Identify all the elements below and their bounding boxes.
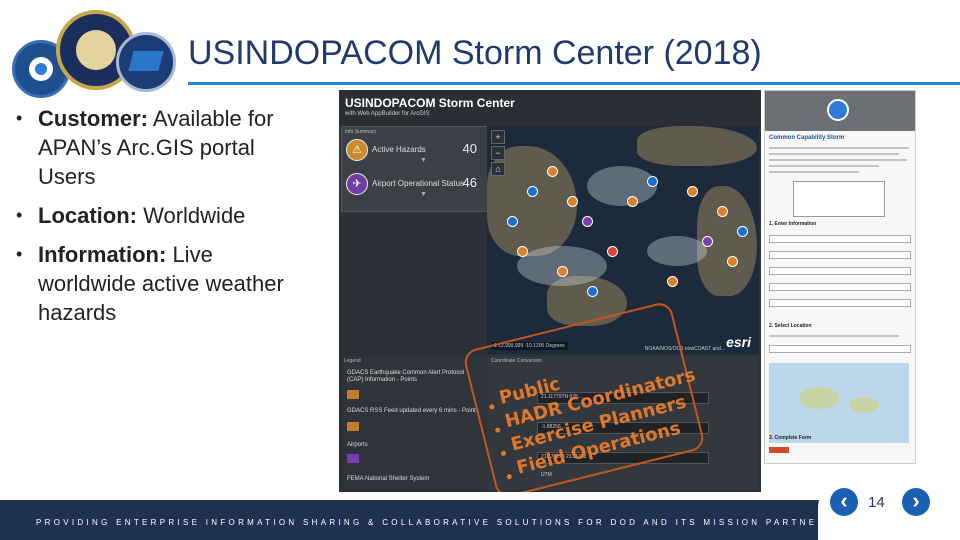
audience-callout: Public HADR Coordinators Exercise Planne… bbox=[339, 90, 761, 492]
airport-marker[interactable] bbox=[737, 226, 748, 237]
island-shape bbox=[799, 387, 839, 409]
bullet-location: • Location: Worldwide bbox=[8, 201, 308, 230]
title-rule bbox=[188, 82, 960, 85]
next-slide-button[interactable]: › bbox=[902, 488, 930, 516]
page-title: USINDOPACOM Storm Center (2018) bbox=[188, 34, 762, 72]
text-line bbox=[769, 335, 899, 337]
storm-form-thumbnail: Common Capability Storm 1. Enter Informa… bbox=[764, 90, 916, 464]
submit-button[interactable] bbox=[769, 447, 789, 453]
form-section-heading: 3. Complete Form bbox=[769, 435, 812, 441]
bullet-information: • Information: Live worldwide active wea… bbox=[8, 240, 308, 327]
form-hero-image bbox=[765, 91, 915, 131]
form-input[interactable] bbox=[769, 299, 911, 307]
form-section-heading: 2. Select Location bbox=[769, 323, 812, 329]
form-input[interactable] bbox=[769, 251, 911, 259]
bullet-dot: • bbox=[16, 244, 23, 264]
storm-center-app-screenshot: USINDOPACOM Storm Center with Web AppBui… bbox=[339, 90, 761, 492]
bullet-list: • Customer: Available for APAN’s Arc.GIS… bbox=[8, 104, 308, 337]
form-input[interactable] bbox=[769, 235, 911, 243]
form-table bbox=[793, 181, 885, 217]
bullet-dot: • bbox=[16, 205, 23, 225]
form-section-heading: 1. Enter Information bbox=[769, 221, 817, 227]
form-input[interactable] bbox=[769, 345, 911, 353]
callout-bullet bbox=[488, 403, 495, 410]
text-line bbox=[769, 171, 859, 173]
callout-bullet bbox=[506, 473, 513, 480]
bullet-label: Customer: bbox=[38, 106, 149, 131]
text-line bbox=[769, 147, 909, 149]
pmc-seal bbox=[116, 32, 176, 92]
logo-seals bbox=[6, 10, 176, 98]
form-title: Common Capability Storm bbox=[769, 135, 845, 141]
footer-bar: PROVIDING ENTERPRISE INFORMATION SHARING… bbox=[0, 500, 960, 540]
callout-bullet bbox=[494, 427, 501, 434]
form-location-map[interactable] bbox=[769, 363, 909, 443]
bullet-customer: • Customer: Available for APAN’s Arc.GIS… bbox=[8, 104, 308, 191]
footer-tagline: PROVIDING ENTERPRISE INFORMATION SHARING… bbox=[36, 518, 836, 527]
bullet-label: Location: bbox=[38, 203, 137, 228]
bullet-label: Information: bbox=[38, 242, 167, 267]
text-line bbox=[769, 159, 907, 161]
island-shape bbox=[849, 397, 879, 413]
form-input[interactable] bbox=[769, 267, 911, 275]
text-line bbox=[769, 165, 879, 167]
previous-slide-button[interactable]: ‹ bbox=[830, 488, 858, 516]
slide-navigation: ‹ 14 › bbox=[818, 478, 960, 540]
bullet-text: Worldwide bbox=[137, 203, 246, 228]
form-input[interactable] bbox=[769, 283, 911, 291]
page-number: 14 bbox=[868, 494, 885, 511]
callout-bullet bbox=[500, 450, 507, 457]
bullet-dot: • bbox=[16, 108, 23, 128]
text-line bbox=[769, 153, 899, 155]
